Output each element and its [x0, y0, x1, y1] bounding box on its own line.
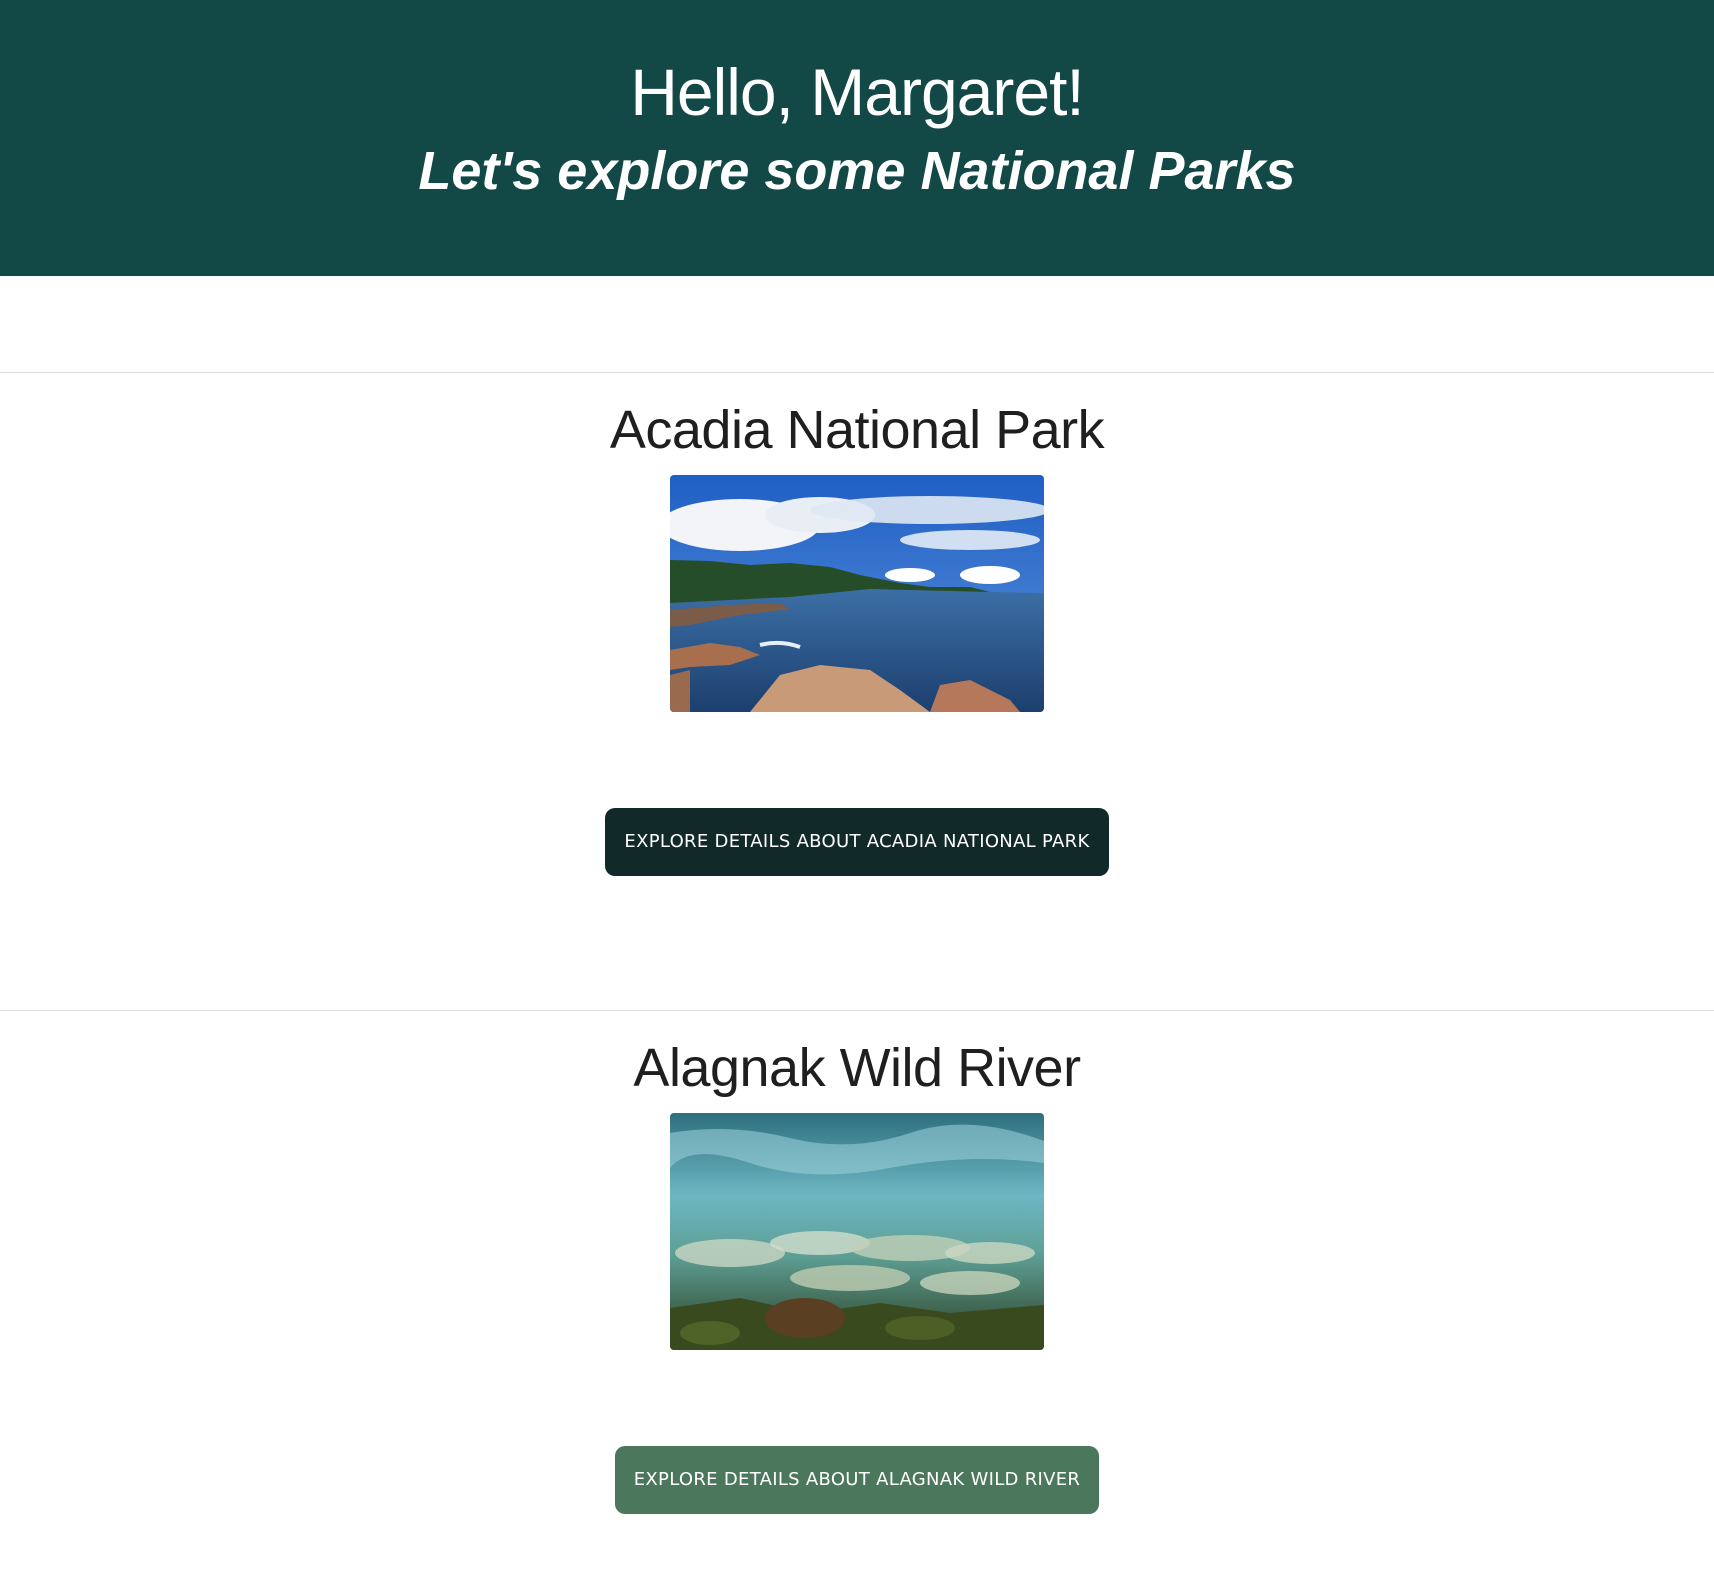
page-subtitle: Let's explore some National Parks [418, 141, 1296, 201]
greeting-heading: Hello, Margaret! [630, 55, 1085, 129]
park-card-acadia: Acadia National Park EXPLORE DETAILS ABO… [0, 372, 1714, 1010]
park-card-alagnak: Alagnak Wild River EXPLORE DETAILS ABOUT… [0, 1010, 1714, 1588]
underwater-salmon-photo-icon [670, 1113, 1044, 1350]
park-name: Alagnak Wild River [633, 1038, 1081, 1098]
explore-alagnak-button[interactable]: EXPLORE DETAILS ABOUT ALAGNAK WILD RIVER [614, 1446, 1100, 1514]
header-spacer [0, 276, 1714, 372]
park-name: Acadia National Park [609, 400, 1105, 460]
park-image-acadia [670, 475, 1044, 712]
coastline-photo-icon [670, 475, 1044, 712]
park-image-alagnak [670, 1113, 1044, 1350]
explore-acadia-button[interactable]: EXPLORE DETAILS ABOUT ACADIA NATIONAL PA… [605, 808, 1109, 876]
page-header: Hello, Margaret! Let's explore some Nati… [0, 0, 1714, 276]
